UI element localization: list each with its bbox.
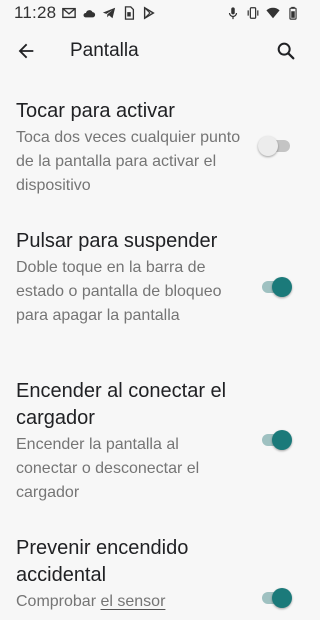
setting-summary: Comprobar el sensor [16, 590, 242, 614]
summary-prefix: Comprobar [16, 593, 101, 610]
setting-title: Tocar para activar [16, 100, 175, 122]
sensor-link[interactable]: el sensor [100, 593, 165, 610]
toggle-wake-on-charge[interactable] [260, 430, 292, 450]
toggle-prevent-accidental-wake[interactable] [260, 588, 292, 608]
mic-icon [226, 6, 240, 20]
gmail-icon [62, 6, 77, 20]
status-left: 11:28 [14, 3, 156, 23]
battery-icon [286, 6, 300, 20]
status-right [226, 6, 300, 20]
search-icon [277, 42, 295, 60]
setting-summary: Toca dos veces cualquier punto de la pan… [16, 129, 241, 194]
status-time: 11:28 [14, 3, 57, 22]
search-button[interactable] [274, 39, 298, 63]
setting-title: Prevenir encendido accidental [16, 537, 189, 586]
play-icon [142, 6, 156, 20]
setting-title: Encender al conectar el cargador [16, 380, 227, 429]
setting-summary: Encender la pantalla al conectar o desco… [16, 436, 200, 501]
app-bar: Pantalla [0, 26, 310, 76]
arrow-left-icon [18, 43, 34, 59]
toggle-thumb [272, 430, 292, 450]
setting-summary: Doble toque en la barra de estado o pant… [16, 259, 222, 324]
telegram-icon [102, 6, 116, 20]
toggle-tap-to-wake[interactable] [258, 136, 290, 156]
toggle-thumb [272, 277, 292, 297]
status-bar: 11:28 [0, 0, 310, 26]
wifi-icon [266, 6, 280, 20]
sim-icon [122, 6, 136, 20]
toggle-double-tap-to-sleep[interactable] [260, 277, 292, 297]
setting-title: Pulsar para suspender [16, 230, 218, 252]
toggle-thumb [272, 588, 292, 608]
toggle-thumb [258, 136, 278, 156]
vibrate-icon [246, 6, 260, 20]
cloud-icon [82, 6, 96, 20]
page-title: Pantalla [70, 40, 139, 61]
back-button[interactable] [14, 39, 38, 63]
